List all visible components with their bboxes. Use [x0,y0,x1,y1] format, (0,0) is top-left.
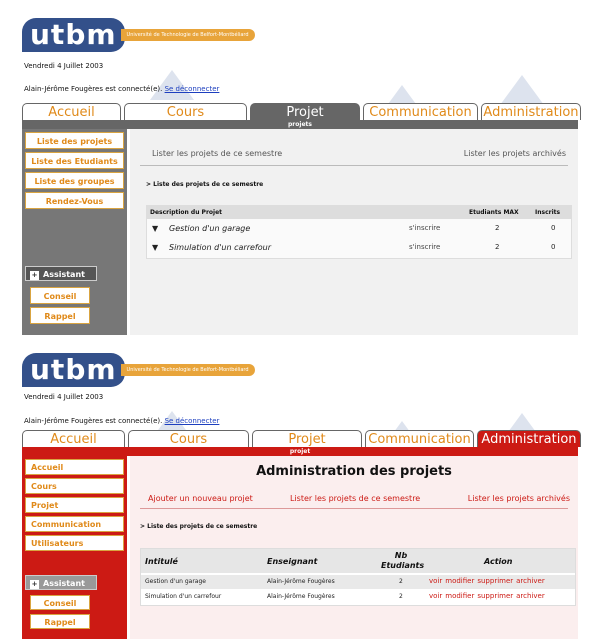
sidebar: Accueil Cours Projet Communication Utili… [22,456,127,639]
main-content: Lister les projets de ce semestre Lister… [130,129,578,335]
sidebar-item-rendez-vous[interactable]: Rendez-Vous [25,192,124,209]
rappel-button[interactable]: Rappel [30,614,90,629]
tab-cours[interactable]: Cours [128,430,249,447]
link-current-projects[interactable]: Lister les projets de ce semestre [152,149,282,158]
logout-link[interactable]: Se déconnecter [165,85,220,93]
link-archived-projects[interactable]: Lister les projets archivés [464,149,566,158]
col-etudiants-max: Etudiants MAX [469,209,519,216]
plus-icon: + [30,580,39,589]
col-inscrits: Inscrits [535,209,561,216]
col-action: Action [484,557,513,566]
utbm-logo: utbm Université de Technologie de Belfor… [22,18,255,52]
user-status: Alain-Jérôme Fougères est connecté(e). S… [24,85,220,93]
background-triangle [500,75,544,105]
page-title: Administration des projets [256,464,452,479]
plus-icon: + [30,271,39,280]
col-description: Description du Projet [150,209,223,216]
link-current-projects[interactable]: Lister les projets de ce semestre [290,494,420,503]
triangle-down-icon[interactable]: ▼ [152,224,158,233]
user-status: Alain-Jérôme Fougères est connecté(e). S… [24,417,220,425]
supprimer-link[interactable]: supprimer [477,592,513,600]
col-intitule: Intitulé [145,557,178,566]
sidebar-item-liste-groupes[interactable]: Liste des groupes [25,172,124,189]
assistant-header[interactable]: + Assistant [25,266,97,281]
col-nb-etudiants: Nb Etudiants [381,551,425,570]
sidebar-item-utilisateurs[interactable]: Utilisateurs [25,535,124,551]
inscrire-link[interactable]: s'inscrire [409,243,440,251]
tab-communication[interactable]: Communication [363,103,478,120]
table-row: Simulation d'un carrefour Alain-Jérôme F… [141,590,575,604]
tab-accueil[interactable]: Accueil [22,430,125,447]
tab-cours[interactable]: Cours [124,103,247,120]
triangle-down-icon[interactable]: ▼ [152,243,158,252]
link-add-project[interactable]: Ajouter un nouveau projet [148,494,253,503]
table-row: Gestion d'un garage Alain-Jérôme Fougère… [141,575,575,589]
logout-link[interactable]: Se déconnecter [165,417,220,425]
sidebar-item-communication[interactable]: Communication [25,516,124,532]
section-strip: projets [22,120,578,129]
voir-link[interactable]: voir [429,592,442,600]
conseil-button[interactable]: Conseil [30,595,90,610]
current-date: Vendredi 4 Juillet 2003 [24,62,104,70]
main-tabs: Accueil Cours Projet Communication Admin… [22,103,581,120]
archiver-link[interactable]: archiver [516,592,545,600]
sidebar-item-accueil[interactable]: Accueil [25,459,124,475]
modifier-link[interactable]: modifier [445,577,474,585]
main-tabs: Accueil Cours Projet Communication Admin… [22,430,581,447]
projects-table: Intitulé Enseignant Nb Etudiants Action … [140,548,576,606]
row-actions: voir modifier supprimer archiver [429,592,548,600]
sidebar-item-cours[interactable]: Cours [25,478,124,494]
rappel-button[interactable]: Rappel [30,307,90,324]
sidebar-item-projet[interactable]: Projet [25,497,124,513]
current-date: Vendredi 4 Juillet 2003 [24,393,104,401]
tab-projet[interactable]: Projet [252,430,362,447]
tab-projet[interactable]: Projet [250,103,360,120]
tab-communication[interactable]: Communication [365,430,474,447]
tab-accueil[interactable]: Accueil [22,103,121,120]
projects-table: Description du Projet Etudiants MAX Insc… [146,205,572,259]
section-title: > Liste des projets de ce semestre [140,523,258,530]
assistant-header[interactable]: + Assistant [25,575,97,590]
tab-administration[interactable]: Administration [481,103,581,120]
divider [140,165,568,166]
tab-administration[interactable]: Administration [477,430,581,447]
voir-link[interactable]: voir [429,577,442,585]
col-enseignant: Enseignant [267,557,318,566]
divider [140,508,568,509]
archiver-link[interactable]: archiver [516,577,545,585]
screenshot-projet: utbm Université de Technologie de Belfor… [0,0,589,338]
inscrire-link[interactable]: s'inscrire [409,224,440,232]
sidebar-item-liste-projets[interactable]: Liste des projets [25,132,124,149]
supprimer-link[interactable]: supprimer [477,577,513,585]
section-strip: projet [22,447,578,456]
link-archived-projects[interactable]: Lister les projets archivés [468,494,570,503]
row-actions: voir modifier supprimer archiver [429,577,548,585]
screenshot-administration: utbm Université de Technologie de Belfor… [0,343,589,641]
sidebar-item-liste-etudiants[interactable]: Liste des Etudiants [25,152,124,169]
main-content: Administration des projets Ajouter un no… [130,456,578,639]
utbm-logo: utbm Université de Technologie de Belfor… [22,353,255,387]
modifier-link[interactable]: modifier [445,592,474,600]
section-title: > Liste des projets de ce semestre [146,181,264,188]
conseil-button[interactable]: Conseil [30,287,90,304]
